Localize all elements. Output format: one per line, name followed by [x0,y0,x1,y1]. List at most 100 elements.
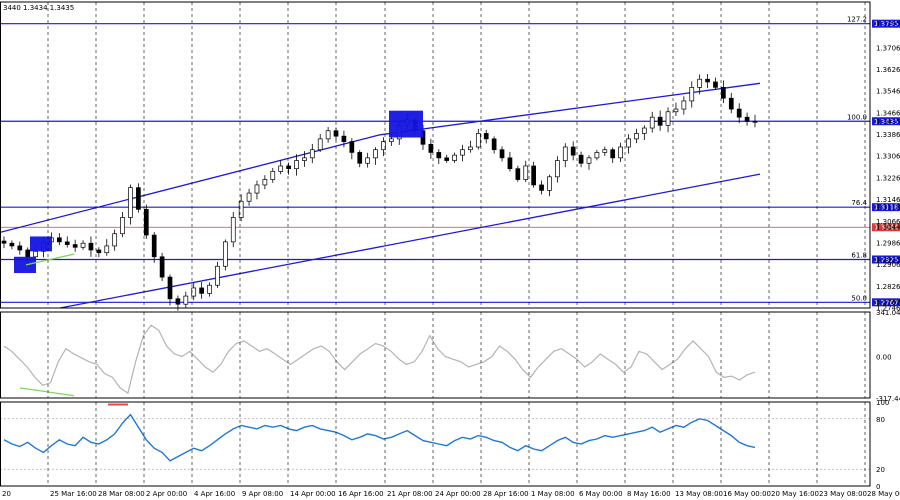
candle-body [389,138,394,142]
price-panel[interactable]: 127.21.3795100.01.343576.41.311861.81.29… [0,16,900,311]
candle-body [175,298,181,305]
x-tick-label: 16 Apr 16:00 [338,490,384,498]
candle-body [357,152,363,164]
candle-body [143,208,149,236]
signal-box [30,236,52,252]
candle-body [428,143,434,153]
candle-body [246,192,252,202]
price-tick-label: 1.2986 [876,239,900,247]
fib-level-label: 127.2 [847,16,867,24]
price-tick-label: 1.3795 [876,20,900,28]
candle-body [681,100,687,110]
candle-body [641,127,647,134]
candle-body [444,157,450,161]
fib-level-label: 100.0 [847,113,867,121]
price-tick-label: 1.3626 [876,66,900,74]
candle-body [594,152,600,159]
trading-chart[interactable]: 127.21.3795100.01.343576.41.311861.81.29… [0,0,900,500]
x-tick-label: 13 May 08:00 [675,490,723,498]
candle-body [610,149,616,159]
x-tick-label: 1 May 08:00 [531,490,575,498]
price-tick-label: 1.3226 [876,174,900,182]
candle-body [230,217,236,243]
x-tick-label: 20 May 16:00 [771,490,819,498]
fib-level-label: 50.0 [851,294,867,302]
candle-body [539,184,544,191]
price-tick-label: 1.2826 [876,283,900,291]
candle-body [523,165,529,180]
candle-body [531,165,537,186]
price-tick-label: 1.3435 [876,118,900,126]
candle-body [507,157,513,170]
candle-body [499,149,505,159]
rsi-axis-label: 20 [876,466,885,474]
candle-body [373,149,378,159]
candle-body [17,245,23,251]
candle-body [112,233,118,247]
x-tick-label: 4 Apr 16:00 [194,490,235,498]
price-tick-label: 1.3546 [876,88,900,96]
candle-body [657,116,663,126]
x-tick-label: 6 May 00:00 [579,490,623,498]
candle-body [673,108,679,113]
price-tick-label: 1.3118 [876,204,900,212]
candle-body [64,241,70,245]
candle-body [317,138,323,151]
candle-body [452,154,457,161]
candle-body [80,242,86,248]
price-tick-label: 1.3706 [876,44,900,52]
candle-body [649,116,655,129]
candle-body [483,133,489,140]
header-quote: 3440 1.3434 1.3435 [3,4,74,12]
candle-body [736,108,742,118]
candle-body [689,87,695,102]
panel-border [0,1,871,309]
candle-body [618,146,623,159]
candle-body [436,152,442,159]
candle-body [586,157,592,164]
panel-border [0,311,871,399]
x-tick-label: 8 May 16:00 [627,490,671,498]
fib-level-label: 61.8 [851,251,867,259]
rsi-panel[interactable]: 10080200 [0,399,889,491]
candle-body [697,78,703,88]
candle-body [286,165,291,170]
candle-body [167,276,173,300]
cci-line [3,324,756,395]
cci-panel[interactable]: 341.04230.00-317.444 [3,309,900,403]
candle-body [468,146,473,151]
rsi-line [3,413,756,462]
candle-body [56,237,62,243]
signal-box [14,256,36,274]
channel-lower-line [59,173,761,309]
x-tick-label: 25 Mar 16:00 [50,490,97,498]
candle-body [120,217,125,235]
candle-body [136,187,141,210]
candle-body [602,149,608,153]
candle-body [191,287,197,297]
candle-body [278,165,284,172]
candle-body [578,154,584,164]
candle-body [744,116,750,122]
candle-body [562,146,568,161]
x-tick-label: 21 Apr 08:00 [387,490,433,498]
candle-body [721,87,726,99]
x-tick-label: 16 May 00:00 [723,490,771,498]
candle-body [1,240,7,244]
candle-body [33,251,38,258]
candle-body [96,249,102,254]
candle-body [128,187,133,218]
candle-body [728,97,734,110]
x-tick-label: 28 Mar 08:00 [98,490,145,498]
x-tick-label: 9 Apr 08:00 [242,490,283,498]
candle-body [159,256,165,278]
candle-body [460,149,465,156]
rsi-axis-label: 100 [876,399,889,407]
price-tick-label: 1.3386 [876,131,900,139]
candle-body [570,146,576,156]
cci-divergence-line [19,387,75,397]
cci-axis-label: 0.00 [876,354,892,362]
candle-body [270,171,276,180]
x-tick-label: 24 Apr 00:00 [435,490,481,498]
x-tick-label: 20 [2,490,11,498]
